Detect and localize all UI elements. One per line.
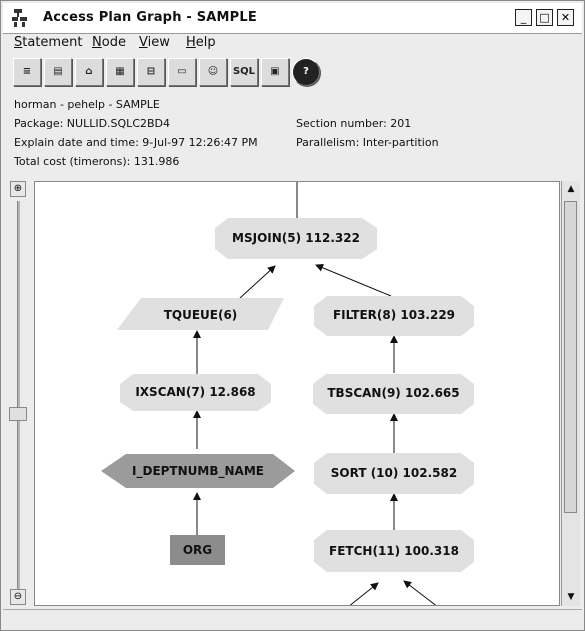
- person-icon[interactable]: ☺: [199, 58, 227, 86]
- section-number-label: Section number: 201: [296, 117, 412, 130]
- total-cost-label: Total cost (timerons): 131.986: [14, 155, 180, 168]
- scroll-thumb[interactable]: [564, 201, 577, 513]
- menu-view[interactable]: View: [139, 35, 170, 50]
- open-icon[interactable]: ⌂: [75, 58, 103, 86]
- zoom-in-icon[interactable]: ⊕: [10, 181, 26, 197]
- edge-filter-msjoin: [315, 263, 392, 297]
- parallelism-label: Parallelism: Inter-partition: [296, 136, 439, 149]
- title-bar[interactable]: Access Plan Graph - SAMPLE _ □ ✕: [3, 3, 582, 34]
- node-msjoin-label: MSJOIN(5) 112.322: [232, 231, 360, 245]
- edge-tqueue-msjoin: [239, 265, 276, 299]
- vertical-scrollbar[interactable]: ▲ ▼: [561, 181, 580, 606]
- zoom-out-icon[interactable]: ⊖: [10, 589, 26, 605]
- edge-lower-right-fetch: [403, 580, 437, 605]
- node-ixscan-label: IXSCAN(7) 12.868: [135, 385, 256, 399]
- node-org-label: ORG: [182, 543, 213, 557]
- menu-bar: Statement Node View Help: [3, 34, 582, 56]
- tree-icon[interactable]: ≡: [13, 58, 41, 86]
- package-icon[interactable]: ▣: [261, 58, 289, 86]
- node-filter-label: FILTER(8) 103.229: [332, 308, 456, 322]
- explain-date-label: Explain date and time: 9-Jul-97 12:26:47…: [14, 136, 258, 149]
- grid-icon[interactable]: ▦: [106, 58, 134, 86]
- zoom-track[interactable]: [17, 201, 20, 589]
- app-icon: [12, 9, 27, 27]
- menu-node[interactable]: Node: [92, 35, 126, 50]
- sql-icon[interactable]: SQL: [230, 58, 258, 86]
- menu-help[interactable]: Help: [186, 35, 216, 50]
- print-icon[interactable]: ▭: [168, 58, 196, 86]
- zoom-slider: ⊕ ⊖: [8, 181, 30, 606]
- status-bar: [3, 609, 582, 630]
- node-fetch-label: FETCH(11) 100.318: [329, 544, 459, 558]
- access-plan-graph: MSJOIN(5) 112.322 TQUEUE(6) FILTER(8) 10…: [34, 181, 560, 606]
- node-tqueue-label: TQUEUE(6): [163, 308, 238, 322]
- menu-statement[interactable]: Statement: [14, 35, 82, 50]
- user-line: horman - pehelp - SAMPLE: [14, 98, 160, 111]
- zoom-thumb[interactable]: [9, 407, 27, 421]
- node-index-label: I_DEPTNUMB_NAME: [132, 464, 264, 478]
- window-title: Access Plan Graph - SAMPLE: [43, 10, 257, 25]
- close-button[interactable]: ✕: [557, 9, 574, 26]
- node-tbscan-label: TBSCAN(9) 102.665: [327, 386, 460, 400]
- help-icon[interactable]: ?: [292, 58, 320, 86]
- settings-icon[interactable]: ⊟: [137, 58, 165, 86]
- details-icon[interactable]: ▤: [44, 58, 72, 86]
- package-label: Package: NULLID.SQLC2BD4: [14, 117, 171, 130]
- graph-canvas: [101, 182, 474, 605]
- maximize-button[interactable]: □: [536, 9, 553, 26]
- minimize-button[interactable]: _: [515, 9, 532, 26]
- node-sort-label: SORT (10) 102.582: [330, 466, 458, 480]
- scroll-down-icon[interactable]: ▼: [563, 589, 579, 605]
- scroll-up-icon[interactable]: ▲: [563, 181, 579, 197]
- edge-lower-left-fetch: [349, 582, 379, 605]
- app-window: Access Plan Graph - SAMPLE _ □ ✕ Stateme…: [0, 0, 585, 631]
